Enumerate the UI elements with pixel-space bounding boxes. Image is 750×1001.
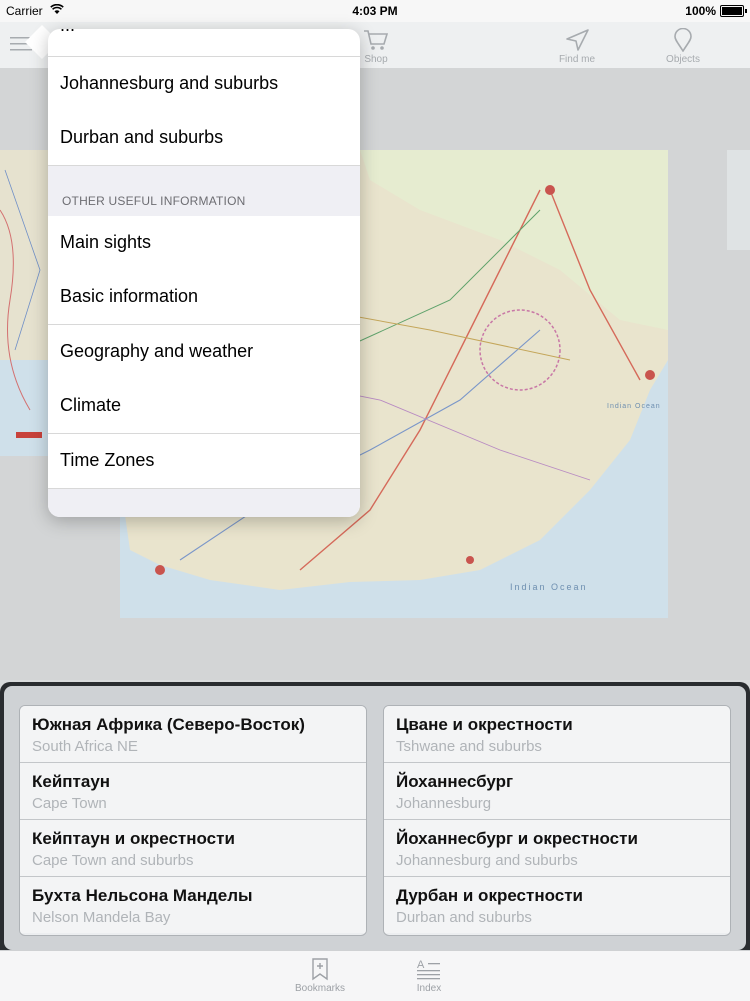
map-title-ru: Бухта Нельсона Манделы [32,886,253,905]
battery-icon [720,5,747,17]
map-title-ru: Йоханнесбург [396,772,514,791]
partial-menu-item[interactable]: ... [60,29,75,36]
tab-label: Index [416,983,442,994]
map-fragment-east [727,150,750,250]
map-title-ru: Йоханнесбург и окрестности [396,829,638,848]
maps-panel-inner: Южная Африка (Северо-Восток) South Afric… [4,686,746,950]
svg-text:A: A [417,959,425,971]
index-icon: A [417,959,440,980]
tab-bar: Bookmarks A Index [0,950,750,1001]
map-cell-cape-town[interactable]: Кейптаун Cape Town [20,763,366,820]
map-title-ru: Южная Африка (Северо-Восток) [32,715,305,734]
menu-item-durban-suburbs[interactable]: Durban and suburbs [48,111,360,166]
section-header: OTHER USEFUL INFORMATION [48,166,360,217]
menu-item-label: Main sights [60,232,152,252]
popover-menu: ... Johannesburg and suburbs Durban and … [48,29,360,517]
menu-item-time-zones[interactable]: Time Zones [48,434,360,489]
map-cell-johannesburg[interactable]: Йоханнесбург Johannesburg [384,763,730,820]
tab-bookmarks[interactable]: Bookmarks [285,957,355,994]
section-header-label: OTHER USEFUL INFORMATION [62,194,246,208]
map-title-ru: Дурбан и окрестности [396,886,583,905]
map-cell-johannesburg-suburbs[interactable]: Йоханнесбург и окрестности Johannesburg … [384,820,730,877]
map-title-en: Johannesburg [396,795,492,812]
menu-item-climate[interactable]: Climate [48,379,360,434]
map-title-ru: Цване и окрестности [396,715,573,734]
map-title-ru: Кейптаун и окрестности [32,829,235,848]
menu-item-johannesburg-suburbs[interactable]: Johannesburg and suburbs [48,56,360,112]
find-me-label: Find me [558,54,596,65]
battery-percent: 100% [685,4,716,18]
bookmark-icon [312,958,328,981]
menu-item-geography-weather[interactable]: Geography and weather [48,325,360,380]
map-title-ru: Кейптаун [32,772,111,791]
menu-item-label: Durban and suburbs [60,127,224,147]
map-title-en: Cape Town and suburbs [32,852,194,869]
map-cell-nelson-mandela-bay[interactable]: Бухта Нельсона Манделы Nelson Mandela Ba… [20,877,366,933]
map-cell-durban-suburbs[interactable]: Дурбан и окрестности Durban and suburbs [384,877,730,933]
location-arrow-icon [566,29,589,51]
map-title-en: South Africa NE [32,738,138,755]
maps-list-left: Южная Африка (Северо-Восток) South Afric… [19,705,367,936]
tab-index[interactable]: A Index [394,957,464,994]
cart-icon [364,30,389,50]
menu-item-label: Climate [60,395,122,415]
menu-item-label: Johannesburg and suburbs [60,73,279,93]
map-pin-icon [674,28,692,52]
popover-footer [48,489,360,517]
menu-item-basic-information[interactable]: Basic information [48,270,360,325]
map-title-en: Durban and suburbs [396,909,532,926]
objects-button[interactable]: Objects [653,28,713,65]
maps-list-right: Цване и окрестности Tshwane and suburbs … [383,705,731,936]
map-cell-cape-town-suburbs[interactable]: Кейптаун и окрестности Cape Town and sub… [20,820,366,877]
menu-item-label: Time Zones [60,450,155,470]
map-fragment-west [0,150,48,456]
menu-item-label: Geography and weather [60,341,254,361]
map-title-en: Cape Town [32,795,107,812]
menu-item-label: Basic information [60,286,199,306]
map-title-en: Tshwane and suburbs [396,738,542,755]
clock: 4:03 PM [352,4,398,18]
map-label-ocean-east: Indian Ocean [607,403,661,410]
map-title-en: Nelson Mandela Bay [32,909,171,926]
tab-label: Bookmarks [294,983,345,994]
objects-label: Objects [666,54,700,65]
map-cell-south-africa-ne[interactable]: Южная Африка (Северо-Восток) South Afric… [20,706,366,763]
map-title-en: Johannesburg and suburbs [396,852,578,869]
menu-item-main-sights[interactable]: Main sights [48,216,360,271]
shop-label: Shop [364,54,388,65]
map-cell-tshwane-suburbs[interactable]: Цване и окрестности Tshwane and suburbs [384,706,730,763]
find-me-button[interactable]: Find me [547,28,607,65]
map-label-ocean-south: Indian Ocean [510,582,588,592]
maps-panel: Южная Африка (Северо-Восток) South Afric… [0,682,750,950]
status-bar: Carrier 4:03 PM 100% [0,0,750,22]
